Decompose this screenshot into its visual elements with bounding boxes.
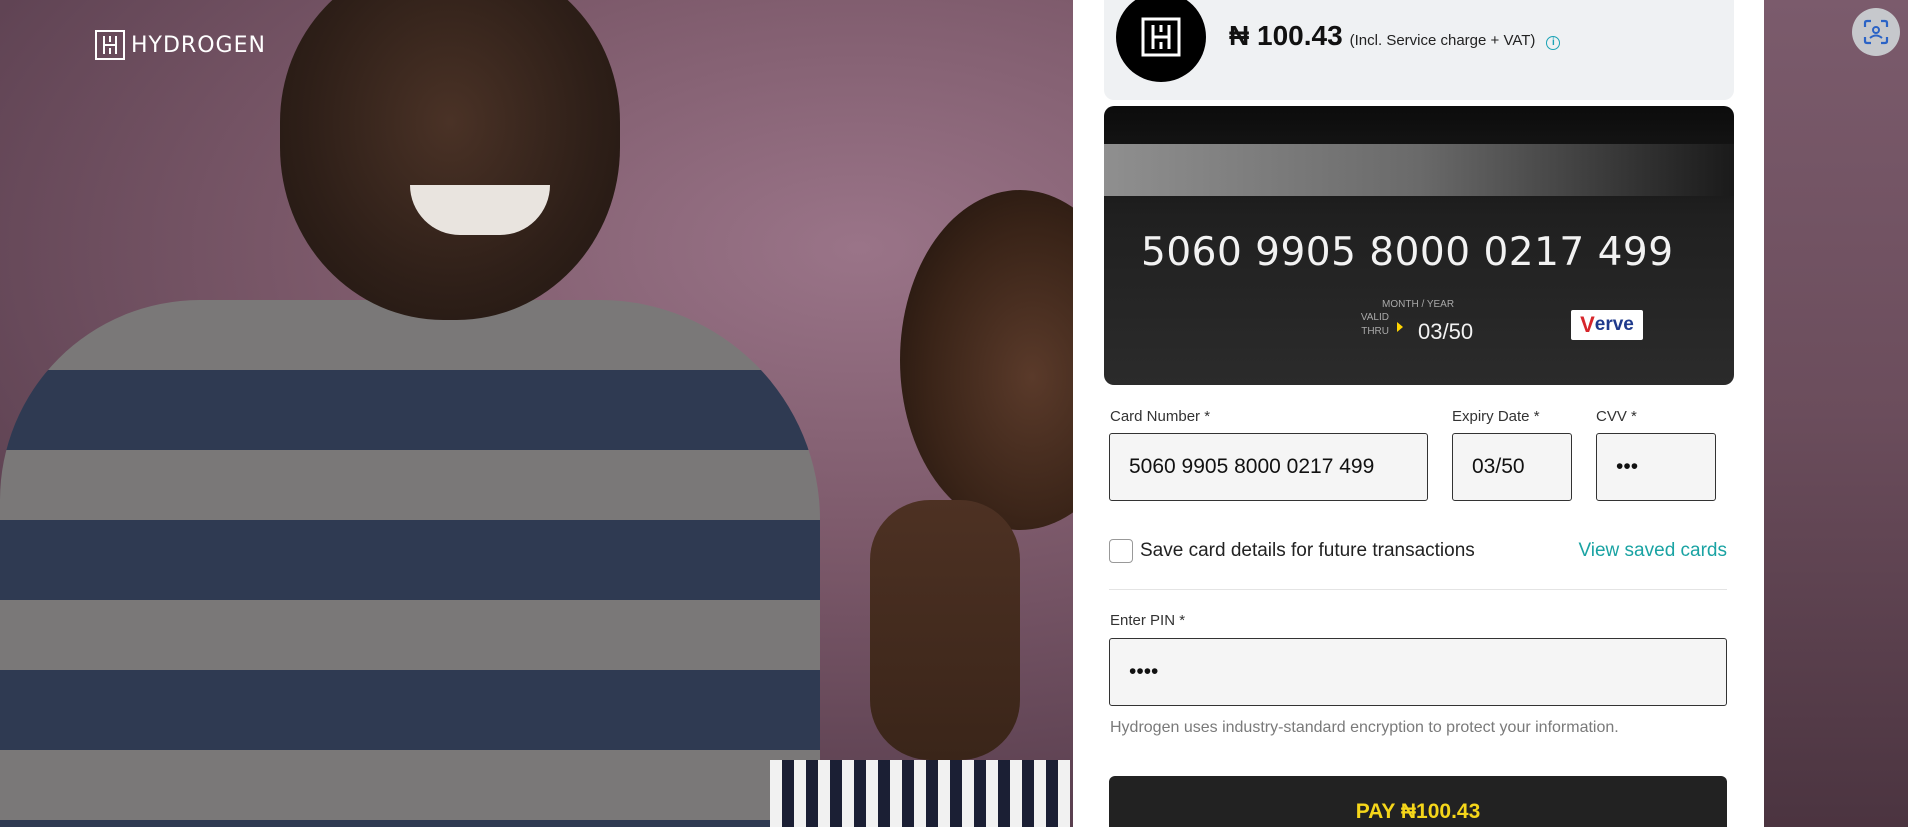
card-preview-number: 5060 9905 8000 0217 499 — [1141, 230, 1674, 275]
verve-logo: Verve — [1571, 310, 1643, 340]
valid-thru-line1: VALID — [1360, 312, 1389, 323]
month-year-label: MONTH / YEAR — [1382, 299, 1455, 310]
shopping-bag — [770, 760, 1070, 827]
pin-label: Enter PIN * — [1110, 612, 1186, 629]
valid-thru-line2: THRU — [1361, 326, 1389, 337]
amount-note: (Incl. Service charge + VAT) — [1349, 32, 1536, 49]
background-right-strip — [1764, 0, 1908, 827]
verve-logo-rest: erve — [1594, 314, 1634, 335]
expiry-date-label: Expiry Date * — [1452, 408, 1540, 425]
second-person-hand — [870, 500, 1020, 760]
amount-row: ₦ 100.43 (Incl. Service charge + VAT) i — [1229, 20, 1561, 52]
amount-summary: ₦ 100.43 (Incl. Service charge + VAT) i — [1104, 0, 1734, 100]
pay-button[interactable]: PAY ₦100.43 — [1109, 776, 1727, 827]
card-magnetic-stripe — [1104, 144, 1734, 196]
view-saved-cards-link[interactable]: View saved cards — [1578, 540, 1727, 562]
save-card-label[interactable]: Save card details for future transaction… — [1140, 540, 1475, 562]
card-number-input[interactable]: 5060 9905 8000 0217 499 — [1109, 433, 1428, 501]
cvv-label: CVV * — [1596, 408, 1637, 425]
amount-value: ₦ 100.43 — [1229, 20, 1343, 51]
cvv-input[interactable]: ••• — [1596, 433, 1716, 501]
screen-capture-button[interactable] — [1852, 8, 1900, 56]
logo-text: HYDROGEN — [131, 32, 266, 58]
info-icon[interactable]: i — [1546, 35, 1561, 50]
valid-arrow-icon — [1397, 322, 1403, 332]
valid-thru-label: VALID THRU — [1344, 311, 1389, 339]
encryption-note: Hydrogen uses industry-standard encrypti… — [1110, 719, 1619, 736]
divider — [1109, 589, 1727, 590]
hydrogen-logo-icon — [95, 30, 125, 60]
card-preview-expiry: 03/50 — [1418, 319, 1474, 344]
verve-logo-initial: V — [1580, 312, 1595, 337]
pay-button-label: PAY ₦100.43 — [1355, 800, 1481, 823]
card-number-label: Card Number * — [1110, 408, 1211, 425]
card-preview: 5060 9905 8000 0217 499 MONTH / YEAR VAL… — [1104, 106, 1734, 385]
expiry-date-input[interactable]: 03/50 — [1452, 433, 1572, 501]
hydrogen-mark-icon — [1141, 17, 1181, 57]
pin-input[interactable]: •••• — [1109, 638, 1727, 706]
person-face — [280, 0, 620, 320]
save-card-checkbox[interactable] — [1109, 539, 1133, 563]
merchant-logo — [1116, 0, 1206, 82]
person-shirt — [0, 300, 820, 827]
hydrogen-logo: HYDROGEN — [95, 30, 266, 60]
checkout-panel: ₦ 100.43 (Incl. Service charge + VAT) i … — [1073, 0, 1764, 827]
screen-capture-icon — [1863, 19, 1889, 45]
